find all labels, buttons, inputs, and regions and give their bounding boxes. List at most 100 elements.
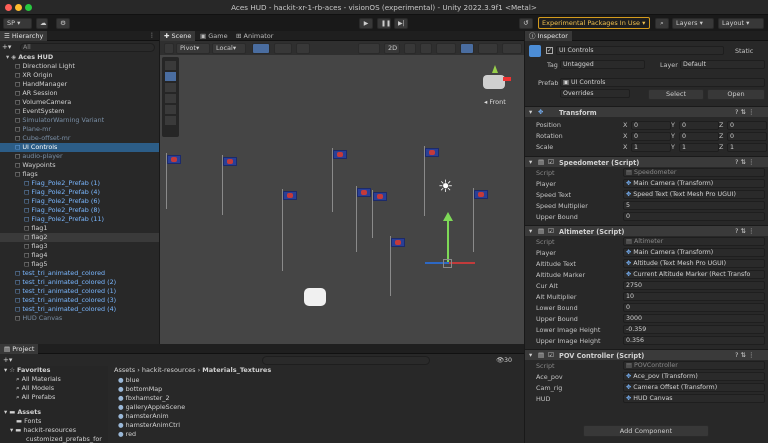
value-field[interactable]: 10: [623, 292, 765, 301]
hidden-objects-icon[interactable]: [460, 43, 474, 54]
hierarchy-item[interactable]: ◻ Waypoints: [0, 161, 159, 170]
tag-dropdown[interactable]: Untagged: [560, 60, 645, 69]
cloud-icon[interactable]: ☁: [36, 18, 48, 29]
hierarchy-item[interactable]: ◻ flag3: [0, 242, 159, 251]
transform-header[interactable]: ▾ ✥ Transform ? ⇅ ⋮: [525, 106, 768, 117]
object-reference-field[interactable]: ✥ Ace_pov (Transform): [623, 372, 765, 381]
hierarchy-item[interactable]: ◻ test_tri_animated_colored (4): [0, 305, 159, 314]
hierarchy-item[interactable]: ▾ ◈ Aces HUD: [0, 53, 159, 62]
component-menu-icon[interactable]: ? ⇅ ⋮: [735, 351, 755, 359]
hierarchy-item[interactable]: ◻ test_tri_animated_colored (2): [0, 278, 159, 287]
play-button[interactable]: ▶: [359, 18, 373, 29]
gizmos-icon[interactable]: [502, 43, 522, 54]
asset-item[interactable]: ● hamsterAnimCtrl: [118, 421, 298, 430]
add-object-button[interactable]: +▾: [2, 43, 11, 51]
scale-tool-icon[interactable]: [165, 94, 176, 103]
move-handle-plane[interactable]: [443, 259, 452, 268]
account-dropdown[interactable]: SP ▾: [3, 18, 32, 29]
value-field[interactable]: 0: [623, 303, 765, 312]
gizmo-y-axis-icon[interactable]: [492, 65, 498, 73]
asset-item[interactable]: ● galleryAppleScene: [118, 403, 298, 412]
gizmo-x-axis-icon[interactable]: [503, 77, 511, 81]
foldout-icon[interactable]: ▾: [529, 351, 532, 359]
transform-x-input[interactable]: 1: [631, 143, 671, 152]
component-enabled-checkbox[interactable]: ☑: [548, 227, 554, 235]
value-field[interactable]: 0: [623, 212, 765, 221]
hierarchy-item[interactable]: ◻ Flag_Pole2_Prefab (6): [0, 197, 159, 206]
step-button[interactable]: ▶|: [394, 18, 408, 29]
camera-object-icon[interactable]: [304, 288, 326, 306]
hierarchy-item[interactable]: ◻ flag1: [0, 224, 159, 233]
mode-2d-toggle[interactable]: 2D: [384, 43, 400, 54]
hierarchy-item[interactable]: ◻ HandManager: [0, 80, 159, 89]
asset-item[interactable]: ● blue: [118, 376, 298, 385]
settings-gear-icon[interactable]: ⚙: [56, 18, 70, 29]
asset-item[interactable]: ● fbxhamster_2: [118, 394, 298, 403]
value-field[interactable]: 3000: [623, 314, 765, 323]
object-reference-field[interactable]: ✥ Main Camera (Transform): [623, 248, 765, 257]
move-tool-icon[interactable]: [165, 72, 176, 81]
more-menu-icon[interactable]: ⋮: [149, 32, 155, 39]
value-field[interactable]: -0.359: [623, 325, 765, 334]
effects-icon[interactable]: [436, 43, 456, 54]
component-header[interactable]: ▾ ▤ ☑ Altimeter (Script) ? ⇅ ⋮: [525, 225, 768, 236]
create-asset-button[interactable]: +▾: [3, 356, 12, 364]
foldout-icon[interactable]: ▾: [529, 108, 532, 116]
search-icon[interactable]: ⌕: [655, 18, 669, 29]
grid-icon[interactable]: [274, 43, 292, 54]
view-tool-icon[interactable]: [165, 61, 176, 70]
breadcrumb-item[interactable]: hackit-resources: [142, 366, 196, 374]
tab-game[interactable]: ▣ Game: [196, 31, 232, 41]
pause-button[interactable]: ❚❚: [377, 18, 391, 29]
breadcrumb-item[interactable]: Assets: [114, 366, 135, 374]
move-handle-x-axis[interactable]: [449, 262, 475, 264]
lighting-icon[interactable]: [404, 43, 416, 54]
value-field[interactable]: 2750: [623, 281, 765, 290]
object-reference-field[interactable]: ✥ HUD Canvas: [623, 394, 765, 403]
local-dropdown[interactable]: Local▾: [212, 43, 246, 54]
hierarchy-item[interactable]: ◻ Directional Light: [0, 62, 159, 71]
component-enabled-checkbox[interactable]: ☑: [548, 158, 554, 166]
active-checkbox[interactable]: ✓: [546, 47, 553, 54]
folder-item[interactable]: ▬ Fonts: [16, 417, 41, 426]
layers-dropdown[interactable]: Layers ▾: [672, 18, 714, 29]
hierarchy-item[interactable]: ◻ test_tri_animated_colored (1): [0, 287, 159, 296]
breadcrumb-item[interactable]: Materials_Textures: [202, 366, 271, 374]
transform-z-input[interactable]: 0: [727, 121, 767, 130]
hierarchy-item[interactable]: ◻ test_tri_animated_colored (3): [0, 296, 159, 305]
overrides-dropdown[interactable]: Overrides: [560, 89, 630, 98]
pivot-dropdown[interactable]: Pivot▾: [176, 43, 210, 54]
value-field[interactable]: 0.356: [623, 336, 765, 345]
hierarchy-item[interactable]: ◻ Plane-mr: [0, 125, 159, 134]
component-enabled-checkbox[interactable]: ☑: [548, 351, 554, 359]
tab-project[interactable]: ▤ Project: [0, 344, 39, 354]
hierarchy-search-input[interactable]: All: [20, 43, 155, 52]
layout-dropdown[interactable]: Layout ▾: [718, 18, 764, 29]
directional-light-icon[interactable]: ☀: [438, 177, 453, 197]
gizmo-cube-icon[interactable]: [483, 75, 505, 89]
hierarchy-item[interactable]: ◻ flag4: [0, 251, 159, 260]
asset-item[interactable]: ● bottomMap: [118, 385, 298, 394]
hierarchy-item[interactable]: ◻ SimulatorWarning Variant: [0, 116, 159, 125]
hierarchy-item[interactable]: ◻ HUD Canvas: [0, 314, 159, 323]
transform-x-input[interactable]: 0: [631, 132, 671, 141]
transform-y-input[interactable]: 0: [679, 121, 719, 130]
open-button[interactable]: Open: [707, 89, 765, 100]
asset-item[interactable]: ● hamsterAnim: [118, 412, 298, 421]
draw-mode-icon[interactable]: [358, 43, 380, 54]
project-search-input[interactable]: [262, 356, 430, 365]
favorite-item[interactable]: ⌕ All Models: [16, 384, 54, 393]
grid-snap-icon[interactable]: [252, 43, 270, 54]
camera-settings-icon[interactable]: [478, 43, 498, 54]
hierarchy-item[interactable]: ◻ flag5: [0, 260, 159, 269]
hierarchy-item[interactable]: ◻ test_tri_animated_colored: [0, 269, 159, 278]
component-header[interactable]: ▾ ▤ ☑ POV Controller (Script) ? ⇅ ⋮: [525, 349, 768, 360]
component-menu-icon[interactable]: ? ⇅ ⋮: [735, 227, 755, 235]
hierarchy-item[interactable]: ◻ UI Controls: [0, 143, 159, 152]
hierarchy-item[interactable]: ◻ flag2: [0, 233, 159, 242]
favorites-header[interactable]: ▾ ☆ Favorites: [4, 366, 50, 375]
hierarchy-item[interactable]: ◻ Flag_Pole2_Prefab (8): [0, 206, 159, 215]
component-menu-icon[interactable]: ? ⇅ ⋮: [735, 158, 755, 166]
component-menu-icon[interactable]: ? ⇅ ⋮: [735, 108, 755, 116]
hierarchy-item[interactable]: ◻ XR Origin: [0, 71, 159, 80]
